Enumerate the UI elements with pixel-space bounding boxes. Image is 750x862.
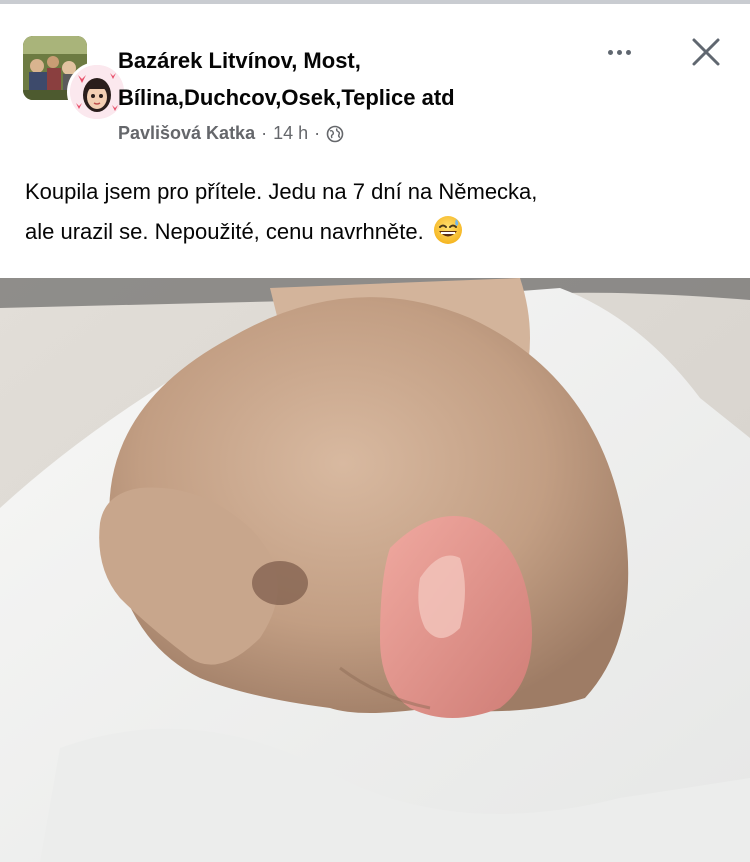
group-name-line-1[interactable]: Bazárek Litvínov, Most, xyxy=(118,42,578,79)
avatar-stack[interactable] xyxy=(23,36,127,122)
post-photo[interactable] xyxy=(0,278,750,862)
close-icon xyxy=(692,38,720,66)
post-card: Bazárek Litvínov, Most, Bílina,Duchcov,O… xyxy=(0,4,750,862)
cartoon-girl-avatar-icon xyxy=(70,65,124,119)
grinning-sweat-emoji-icon xyxy=(432,214,464,246)
post-message: Koupila jsem pro přítele. Jedu na 7 dní … xyxy=(25,172,725,252)
post-meta: Pavlišová Katka · 14 h · xyxy=(118,123,344,144)
group-name[interactable]: Bazárek Litvínov, Most, Bílina,Duchcov,O… xyxy=(118,42,578,116)
meta-separator-2: · xyxy=(314,123,321,143)
post-text-line-2: ale urazil se. Nepoužité, cenu navrhněte… xyxy=(25,212,725,252)
globe-icon[interactable] xyxy=(326,125,344,143)
post-header: Bazárek Litvínov, Most, Bílina,Duchcov,O… xyxy=(0,4,750,154)
more-options-icon xyxy=(607,49,631,55)
close-button[interactable] xyxy=(686,32,726,72)
group-name-line-2[interactable]: Bílina,Duchcov,Osek,Teplice atd xyxy=(118,79,578,116)
author-name[interactable]: Pavlišová Katka xyxy=(118,123,255,144)
meta-separator: · xyxy=(261,123,268,143)
more-options-button[interactable] xyxy=(597,40,641,64)
post-time[interactable]: 14 h xyxy=(273,123,308,144)
post-text-line-1: Koupila jsem pro přítele. Jedu na 7 dní … xyxy=(25,179,538,204)
post-text-line-2-text: ale urazil se. Nepoužité, cenu navrhněte… xyxy=(25,219,424,244)
product-photo-image xyxy=(0,278,750,862)
